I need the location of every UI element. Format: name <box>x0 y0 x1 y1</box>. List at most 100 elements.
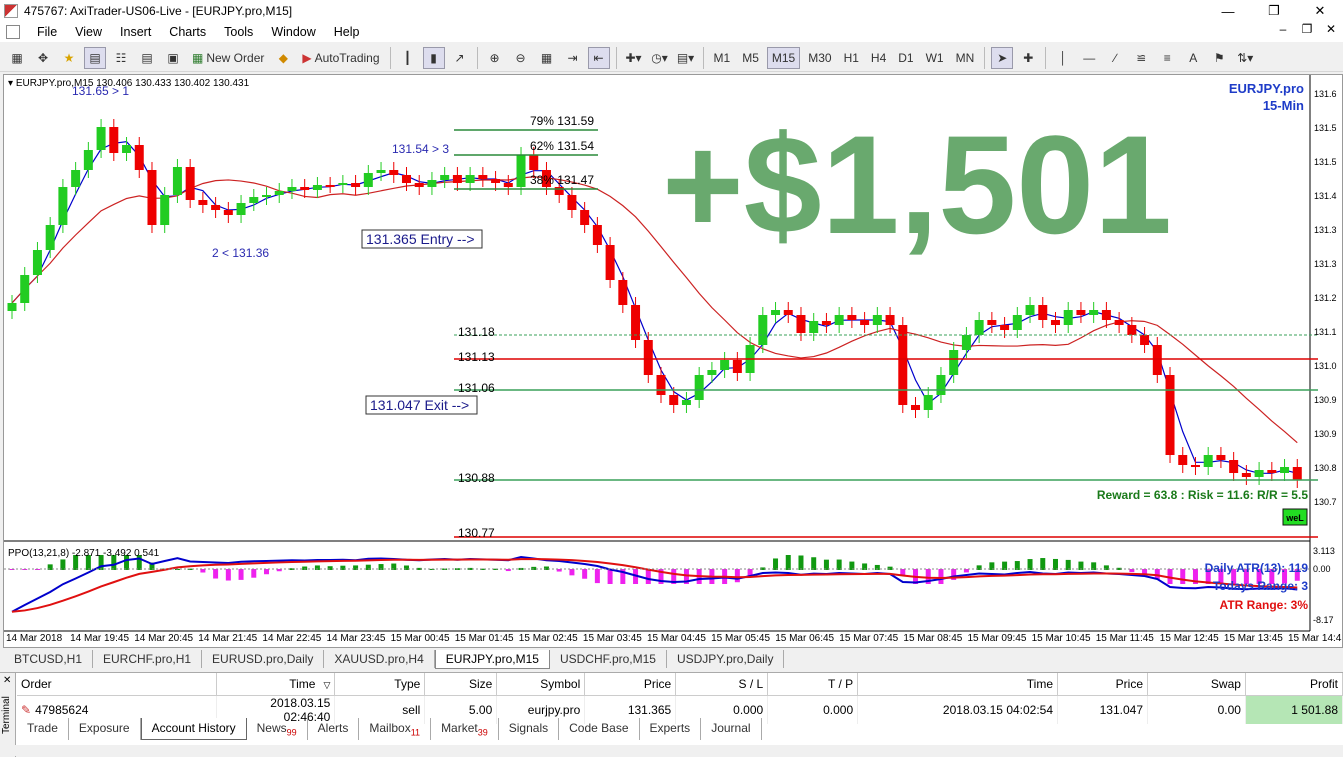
col-open-time[interactable]: Time ▽ <box>216 673 336 696</box>
indicators-icon[interactable]: ✚▾ <box>623 47 645 69</box>
chart-window[interactable]: 79% 131.59 62% 131.54 38% 131.47 131.18 … <box>3 74 1343 648</box>
menu-help[interactable]: Help <box>325 25 369 39</box>
vertical-line-icon[interactable]: │ <box>1052 47 1074 69</box>
terminal-tab[interactable]: Account History <box>140 718 247 740</box>
candle-body <box>1025 305 1035 315</box>
menu-view[interactable]: View <box>66 25 111 39</box>
minimize-icon[interactable]: — <box>1205 0 1251 22</box>
new-chart-icon[interactable]: ▦ <box>6 47 28 69</box>
terminal-icon[interactable]: ▤ <box>136 47 158 69</box>
col-tp[interactable]: T / P <box>767 673 859 696</box>
timeframe-m5[interactable]: M5 <box>738 47 763 69</box>
chart-tab[interactable]: BTCUSD,H1 <box>4 650 94 668</box>
candle-body <box>516 155 526 187</box>
col-close-price[interactable]: Price <box>1057 673 1148 696</box>
candle-body <box>567 195 577 210</box>
bar-chart-icon[interactable]: ┃ <box>397 47 419 69</box>
cursor-icon[interactable]: ➤ <box>991 46 1014 69</box>
periods-icon[interactable]: ◷▾ <box>649 47 671 69</box>
doc-minimize-icon[interactable]: – <box>1271 22 1295 36</box>
col-order[interactable]: Order <box>17 673 218 696</box>
menu-window[interactable]: Window <box>262 25 324 39</box>
fibonacci-icon[interactable]: ≡ <box>1156 47 1178 69</box>
new-order-button[interactable]: ▦ New Order <box>188 47 268 69</box>
col-symbol[interactable]: Symbol <box>496 673 586 696</box>
doc-close-icon[interactable]: ✕ <box>1319 22 1343 36</box>
ppo-histogram-bar <box>264 569 270 575</box>
text-tool-icon[interactable]: A <box>1182 47 1204 69</box>
crosshair-icon[interactable]: ✚ <box>1017 47 1039 69</box>
col-swap[interactable]: Swap <box>1147 673 1246 696</box>
col-type[interactable]: Type <box>334 673 426 696</box>
chart-menu-arrow-icon[interactable]: ▾ <box>8 78 16 89</box>
menu-tools[interactable]: Tools <box>215 25 262 39</box>
chart-tab[interactable]: USDCHF.pro,M15 <box>550 650 667 668</box>
horizontal-line-icon[interactable]: — <box>1078 47 1100 69</box>
chart-shift-icon[interactable]: ⇤ <box>587 46 610 69</box>
label-tool-icon[interactable]: ⚑ <box>1208 47 1230 69</box>
market-watch-icon[interactable]: ▤ <box>84 46 106 69</box>
zoom-out-icon[interactable]: ⊖ <box>510 47 532 69</box>
candle-body <box>20 275 30 303</box>
terminal-tab[interactable]: Signals <box>499 718 560 740</box>
chart-tab[interactable]: EURCHF.pro,H1 <box>93 650 203 668</box>
col-close-time[interactable]: Time <box>857 673 1059 696</box>
candle-body <box>592 225 602 245</box>
candle-body <box>1038 305 1048 320</box>
terminal-tab[interactable]: News99 <box>247 718 308 740</box>
metaeditor-icon[interactable]: ◆ <box>272 47 294 69</box>
autotrading-button[interactable]: ▶ AutoTrading <box>298 47 383 69</box>
terminal-tab[interactable]: Journal <box>701 718 762 740</box>
templates-icon[interactable]: ▤▾ <box>675 47 697 69</box>
candle-body <box>211 205 221 210</box>
timeframe-h1[interactable]: H1 <box>840 47 863 69</box>
terminal-tab[interactable]: Code Base <box>559 718 640 740</box>
terminal-tab[interactable]: Trade <box>17 718 69 740</box>
terminal-tab[interactable]: Alerts <box>308 718 360 740</box>
timeframe-w1[interactable]: W1 <box>922 47 948 69</box>
arrows-icon[interactable]: ⇅▾ <box>1234 47 1256 69</box>
menu-charts[interactable]: Charts <box>160 25 215 39</box>
chart-tab[interactable]: EURUSD.pro,Daily <box>202 650 325 668</box>
candle-body <box>478 175 488 179</box>
chart-tab[interactable]: USDJPY.pro,Daily <box>667 650 785 668</box>
restore-icon[interactable]: ❐ <box>1251 0 1297 22</box>
candlestick-icon[interactable]: ▮ <box>422 46 445 69</box>
channel-icon[interactable]: ≌ <box>1130 47 1152 69</box>
col-size[interactable]: Size <box>424 673 498 696</box>
chart-tab[interactable]: EURJPY.pro,M15 <box>434 650 550 669</box>
terminal-tab[interactable]: Mailbox11 <box>359 718 432 740</box>
timeframe-h4[interactable]: H4 <box>867 47 890 69</box>
terminal-tab[interactable]: Market39 <box>431 718 499 740</box>
trendline-icon[interactable]: ∕ <box>1104 47 1126 69</box>
tester-icon[interactable]: ▣ <box>162 47 184 69</box>
navigator-icon[interactable]: ☷ <box>110 47 132 69</box>
close-icon[interactable]: ✕ <box>1297 0 1343 22</box>
terminal-close-icon[interactable]: ✕ <box>3 675 11 686</box>
candle-body <box>821 321 831 325</box>
timeframe-m1[interactable]: M1 <box>710 47 735 69</box>
timeframe-m30[interactable]: M30 <box>804 47 835 69</box>
col-sl[interactable]: S / L <box>675 673 769 696</box>
tile-windows-icon[interactable]: ▦ <box>536 47 558 69</box>
price-chart[interactable]: 79% 131.59 62% 131.54 38% 131.47 131.18 … <box>4 75 1343 648</box>
timeframe-mn[interactable]: MN <box>952 47 979 69</box>
terminal-tab[interactable]: Experts <box>640 718 702 740</box>
line-chart-icon[interactable]: ↗ <box>449 47 471 69</box>
candle-body <box>885 315 895 325</box>
crosshair-move-icon[interactable]: ✥ <box>32 47 54 69</box>
candle-body <box>491 179 501 183</box>
auto-scroll-icon[interactable]: ⇥ <box>562 47 584 69</box>
col-profit[interactable]: Profit <box>1245 673 1343 696</box>
chart-tab[interactable]: XAUUSD.pro,H4 <box>324 650 435 668</box>
terminal-tab[interactable]: Exposure <box>69 718 141 740</box>
profit-cell: 1 501.88 <box>1245 695 1343 724</box>
zoom-in-icon[interactable]: ⊕ <box>484 47 506 69</box>
doc-restore-icon[interactable]: ❐ <box>1295 22 1319 36</box>
timeframe-m15[interactable]: M15 <box>766 46 801 69</box>
col-open-price[interactable]: Price <box>584 673 677 696</box>
menu-insert[interactable]: Insert <box>111 25 160 39</box>
menu-file[interactable]: File <box>28 25 66 39</box>
timeframe-d1[interactable]: D1 <box>894 47 917 69</box>
favorites-icon[interactable]: ★ <box>58 47 80 69</box>
